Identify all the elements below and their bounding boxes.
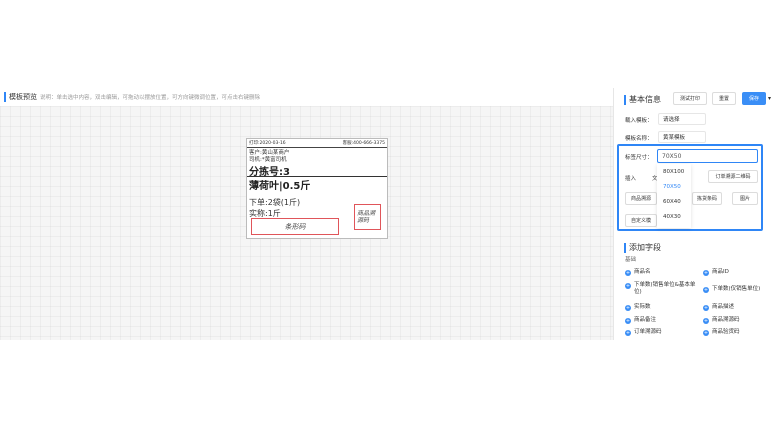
add-field-product-remark[interactable]: + 商品备注 <box>625 317 701 324</box>
add-field-product-id[interactable]: + 商品ID <box>703 269 777 276</box>
field-label: 下单数(仅销售单位) <box>712 286 761 292</box>
template-name-label: 模板名称： <box>625 136 653 142</box>
add-field-order-trace-code[interactable]: + 订单溯源码 <box>625 329 701 336</box>
plus-circle-icon: + <box>625 329 631 336</box>
plus-circle-icon: + <box>625 304 631 311</box>
picking-barcode-button[interactable]: 拣货条码 <box>692 192 722 205</box>
basic-info-title: 基本信息 <box>629 95 661 104</box>
add-fields-header: 添加字段 <box>624 242 661 253</box>
add-field-order-qty-sales[interactable]: + 下单数(仅销售单位) <box>703 286 777 293</box>
add-field-inspection-code[interactable]: + 商品验货码 <box>703 329 777 336</box>
basic-info-header: 基本信息 <box>624 94 661 105</box>
load-template-label: 载入模板： <box>625 118 653 124</box>
plus-circle-icon: + <box>703 329 709 336</box>
plus-circle-icon: + <box>703 286 709 293</box>
preview-canvas: 打印:2020-03-16 客服:400-666-3375 客户:黄山某商户 司… <box>0 106 613 340</box>
size-option[interactable]: 60X40 <box>657 194 691 209</box>
caret-down-icon[interactable]: ▾ <box>768 95 771 102</box>
plus-circle-icon: + <box>625 282 631 289</box>
template-editor: 模板预览 说明：单击选中内容，双击编辑，可拖动以摆放位置，可方向键微调位置，可点… <box>0 88 777 340</box>
add-field-product-desc[interactable]: + 商品描述 <box>703 304 777 311</box>
save-button[interactable]: 保存 <box>742 92 766 105</box>
field-label: 商品备注 <box>634 317 657 323</box>
plus-circle-icon: + <box>703 304 709 311</box>
label-driver[interactable]: 司机:*黄富司机 <box>249 155 287 163</box>
add-fields-title: 添加字段 <box>629 243 661 252</box>
field-label: 商品描述 <box>712 304 735 310</box>
label-order-quantity[interactable]: 下单:2袋(1斤) <box>249 197 300 208</box>
section-accent-bar <box>4 92 6 102</box>
label-qrcode-placeholder[interactable]: 商品溯源码 <box>354 204 381 230</box>
label-service-phone[interactable]: 客服:400-666-3375 <box>343 140 385 146</box>
add-field-product-name[interactable]: + 商品名 <box>625 269 701 276</box>
field-label: 商品验货码 <box>712 329 740 335</box>
reset-button[interactable]: 重置 <box>712 92 736 105</box>
size-option[interactable]: 80X100 <box>657 164 691 179</box>
size-option-selected[interactable]: 70X50 <box>657 179 691 194</box>
order-trace-qrcode-button[interactable]: 订单溯源二维码 <box>708 170 758 183</box>
label-preview[interactable]: 打印:2020-03-16 客服:400-666-3375 客户:黄山某商户 司… <box>246 138 388 239</box>
insert-label: 插入 <box>625 176 637 182</box>
label-size-dropdown: 80X100 70X50 60X40 40X30 <box>657 164 691 228</box>
add-field-actual-qty[interactable]: + 实际数 <box>625 304 701 311</box>
load-template-select[interactable]: 请选择 <box>658 113 706 125</box>
plus-circle-icon: + <box>703 317 709 324</box>
plus-circle-icon: + <box>703 269 709 276</box>
plus-circle-icon: + <box>625 317 631 324</box>
field-label: 商品溯源码 <box>712 317 740 323</box>
label-product[interactable]: 薄荷叶|0.5斤 <box>249 177 310 192</box>
field-group-basic: 基础 <box>625 257 637 263</box>
settings-panel: 基本信息 测试打印 重置 保存 ▾ 载入模板： 请选择 模板名称： 黄某模板 标… <box>613 88 777 340</box>
field-label: 商品名 <box>634 269 651 275</box>
section-accent-bar <box>624 94 626 105</box>
preview-hint: 说明：单击选中内容，双击编辑，可拖动以摆放位置，可方向键微调位置，可点击右键删除 <box>40 95 261 101</box>
image-button[interactable]: 图片 <box>732 192 758 205</box>
field-label: 实际数 <box>634 304 651 310</box>
template-name-input[interactable]: 黄某模板 <box>658 131 706 143</box>
size-option[interactable]: 40X30 <box>657 209 691 224</box>
section-accent-bar <box>624 242 626 253</box>
label-size-select[interactable]: 70X50 <box>657 149 758 163</box>
product-trace-button[interactable]: 商品溯源 <box>625 192 657 205</box>
preview-header: 模板预览 说明：单击选中内容，双击编辑，可拖动以摆放位置，可方向键微调位置，可点… <box>0 88 613 106</box>
preview-title: 模板预览 <box>9 93 37 101</box>
custom-module-button[interactable]: 自定义模 <box>625 214 657 227</box>
add-field-order-qty-both[interactable]: + 下单数(销售单位&基本单位) <box>625 282 701 296</box>
label-print-date[interactable]: 打印:2020-03-16 <box>249 140 286 146</box>
field-label: 订单溯源码 <box>634 329 662 335</box>
test-print-button[interactable]: 测试打印 <box>673 92 707 105</box>
label-barcode-placeholder[interactable]: 条形码 <box>251 218 339 235</box>
add-field-product-trace-code[interactable]: + 商品溯源码 <box>703 317 777 324</box>
field-label: 商品ID <box>712 269 729 275</box>
label-size-label: 标签尺寸： <box>625 155 653 161</box>
field-label: 下单数(销售单位&基本单位) <box>634 282 696 295</box>
plus-circle-icon: + <box>625 269 631 276</box>
